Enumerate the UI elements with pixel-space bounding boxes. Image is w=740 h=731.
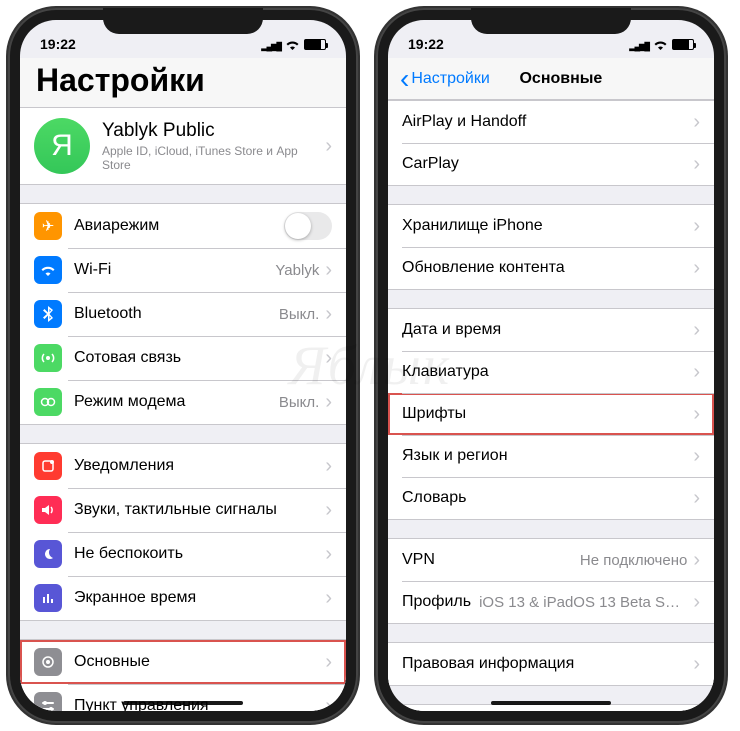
home-indicator[interactable]	[491, 701, 611, 705]
chevron-icon	[693, 319, 700, 342]
battery-icon	[672, 39, 694, 50]
nav-bar: Настройки Основные	[388, 58, 714, 100]
vpn-value: Не подключено	[580, 552, 687, 569]
sounds-icon	[34, 496, 62, 524]
dnd-icon	[34, 540, 62, 568]
row-dnd[interactable]: Не беспокоить	[20, 532, 346, 576]
chevron-icon	[325, 695, 332, 712]
chevron-icon	[325, 455, 332, 478]
row-refresh[interactable]: Обновление контента	[388, 247, 714, 289]
cellular-icon	[34, 344, 62, 372]
row-control-center[interactable]: Пункт управления	[20, 684, 346, 711]
row-vpn[interactable]: VPN Не подключено	[388, 539, 714, 581]
bluetooth-icon	[34, 300, 62, 328]
chevron-icon	[693, 153, 700, 176]
wifi-icon	[34, 256, 62, 284]
chevron-icon	[693, 549, 700, 572]
chevron-icon	[325, 587, 332, 610]
row-cellular[interactable]: Сотовая связь	[20, 336, 346, 380]
row-notifications[interactable]: Уведомления	[20, 444, 346, 488]
row-carplay[interactable]: CarPlay	[388, 143, 714, 185]
chevron-icon	[693, 215, 700, 238]
row-airplay[interactable]: AirPlay и Handoff	[388, 101, 714, 143]
title-bar: Настройки	[20, 58, 346, 107]
row-profile[interactable]: Профиль iOS 13 & iPadOS 13 Beta Software…	[388, 581, 714, 623]
row-hotspot[interactable]: Режим модема Выкл.	[20, 380, 346, 424]
chevron-icon	[325, 135, 332, 158]
chevron-icon	[325, 391, 332, 414]
airplane-toggle[interactable]	[284, 212, 332, 240]
row-screentime[interactable]: Экранное время	[20, 576, 346, 620]
row-dictionary[interactable]: Словарь	[388, 477, 714, 519]
chevron-icon	[325, 499, 332, 522]
row-bluetooth[interactable]: Bluetooth Выкл.	[20, 292, 346, 336]
status-time: 19:22	[408, 36, 444, 52]
row-fonts[interactable]: Шрифты	[388, 393, 714, 435]
profile-row[interactable]: Я Yablyk Public Apple ID, iCloud, iTunes…	[20, 108, 346, 184]
control-icon	[34, 692, 62, 711]
hotspot-value: Выкл.	[279, 394, 319, 411]
chevron-icon	[693, 403, 700, 426]
home-indicator[interactable]	[123, 701, 243, 705]
wifi-value: Yablyk	[275, 262, 319, 279]
nav-title: Основные	[490, 70, 632, 88]
bt-value: Выкл.	[279, 306, 319, 323]
hotspot-icon	[34, 388, 62, 416]
profile-sub: Apple ID, iCloud, iTunes Store и App Sto…	[102, 144, 325, 172]
phone-left: 19:22 Настройки Я Yablyk Public Apple I	[8, 8, 358, 723]
row-sounds[interactable]: Звуки, тактильные сигналы	[20, 488, 346, 532]
chevron-icon	[693, 361, 700, 384]
row-legal[interactable]: Правовая информация	[388, 643, 714, 685]
signal-icon	[629, 36, 649, 52]
chevron-icon	[325, 303, 332, 326]
status-icons	[261, 36, 326, 52]
chevron-icon	[325, 259, 332, 282]
status-time: 19:22	[40, 36, 76, 52]
battery-icon	[304, 39, 326, 50]
signal-icon	[261, 36, 281, 52]
notch	[471, 8, 631, 34]
chevron-icon	[693, 257, 700, 280]
chevron-icon	[325, 543, 332, 566]
wifi-icon	[653, 39, 668, 50]
settings-list[interactable]: Я Yablyk Public Apple ID, iCloud, iTunes…	[20, 107, 346, 711]
row-datetime[interactable]: Дата и время	[388, 309, 714, 351]
back-button[interactable]: Настройки	[400, 70, 490, 88]
row-airplane[interactable]: ✈ Авиарежим	[20, 204, 346, 248]
chevron-icon	[693, 653, 700, 676]
row-general[interactable]: Основные	[20, 640, 346, 684]
chevron-icon	[325, 347, 332, 370]
avatar: Я	[34, 118, 90, 174]
chevron-icon	[693, 487, 700, 510]
notifications-icon	[34, 452, 62, 480]
profile-name: Yablyk Public	[102, 120, 325, 142]
wifi-icon	[285, 39, 300, 50]
status-icons	[629, 36, 694, 52]
chevron-icon	[325, 651, 332, 674]
chevron-icon	[693, 445, 700, 468]
row-reset[interactable]: Сброс	[388, 705, 714, 711]
phone-right: 19:22 Настройки Основные AirPlay и Hando…	[376, 8, 726, 723]
row-keyboard[interactable]: Клавиатура	[388, 351, 714, 393]
page-title: Настройки	[36, 62, 330, 99]
screen-left: 19:22 Настройки Я Yablyk Public Apple I	[20, 20, 346, 711]
general-list[interactable]: AirPlay и Handoff CarPlay Хранилище iPho…	[388, 100, 714, 711]
general-icon	[34, 648, 62, 676]
row-storage[interactable]: Хранилище iPhone	[388, 205, 714, 247]
screentime-icon	[34, 584, 62, 612]
row-language[interactable]: Язык и регион	[388, 435, 714, 477]
chevron-icon	[693, 591, 700, 614]
airplane-icon: ✈	[34, 212, 62, 240]
profile-value: iOS 13 & iPadOS 13 Beta Software...	[479, 594, 687, 611]
notch	[103, 8, 263, 34]
screen-right: 19:22 Настройки Основные AirPlay и Hando…	[388, 20, 714, 711]
row-wifi[interactable]: Wi-Fi Yablyk	[20, 248, 346, 292]
chevron-icon	[693, 111, 700, 134]
